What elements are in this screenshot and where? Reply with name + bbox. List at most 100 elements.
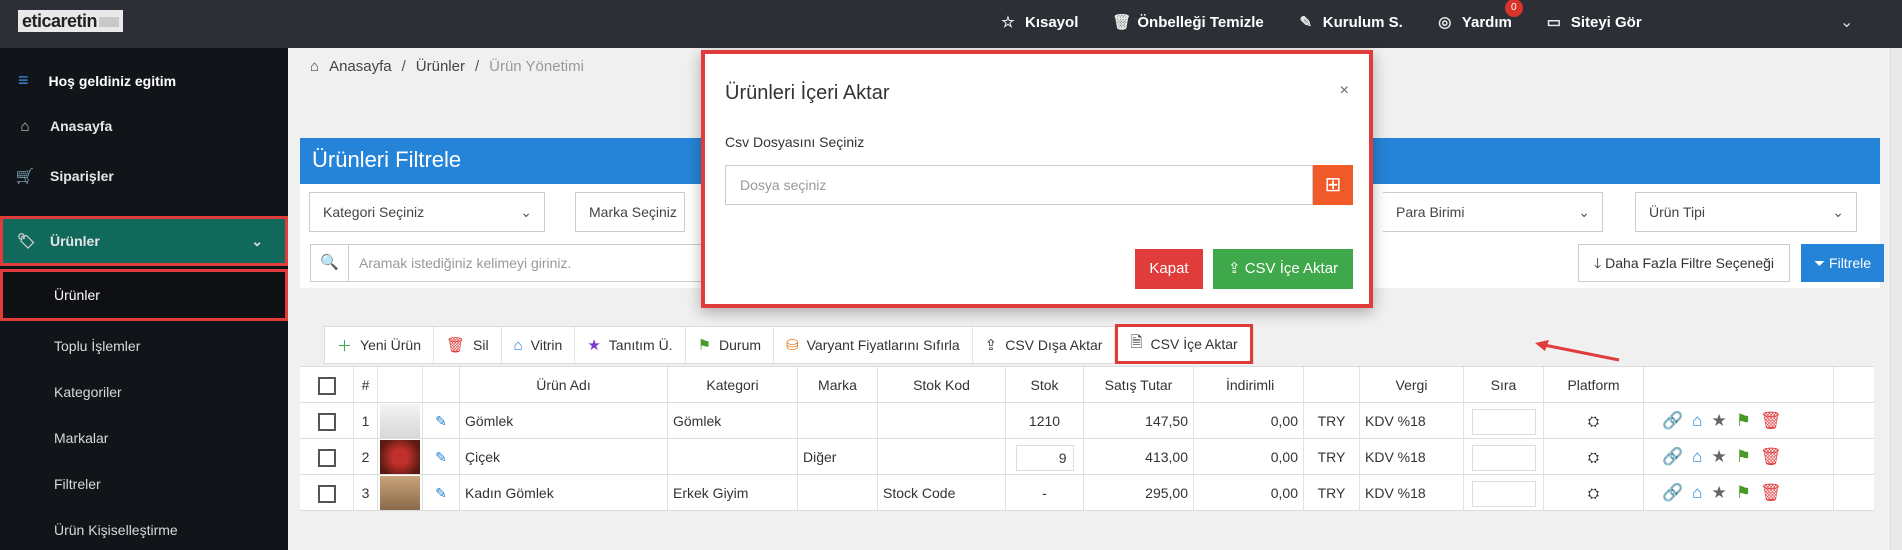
- sidebar-item-products[interactable]: 🏷 Ürünler ⌄: [0, 216, 288, 266]
- flag-icon[interactable]: ⚑: [1736, 447, 1751, 466]
- edit-icon[interactable]: ✎: [423, 475, 460, 511]
- home-icon[interactable]: ⌂: [1692, 483, 1702, 502]
- row-checkbox[interactable]: [317, 449, 336, 468]
- new-product-button[interactable]: ＋ Yeni Ürün: [325, 327, 434, 363]
- logo[interactable]: eticaretin: [18, 10, 124, 32]
- flag-icon: ⚑: [697, 337, 712, 354]
- breadcrumb-current: Ürün Yönetimi: [489, 58, 584, 75]
- order-input[interactable]: [1471, 409, 1536, 436]
- csv-file-label: Csv Dosyasını Seçiniz: [725, 134, 865, 150]
- star-icon: ☆: [1001, 14, 1015, 31]
- product-thumbnail[interactable]: [380, 404, 420, 438]
- browse-file-button[interactable]: ⊞: [1313, 165, 1353, 205]
- trash-icon: 🗑: [1112, 14, 1132, 31]
- chevron-down-icon: ⌄: [251, 232, 263, 249]
- sidebar-subitem-filters[interactable]: Filtreler: [0, 476, 288, 492]
- setup-link[interactable]: ✎ Kurulum S.: [1298, 13, 1402, 32]
- home-icon[interactable]: ⌂: [1692, 447, 1702, 466]
- filter-button[interactable]: ⏷ Filtrele: [1801, 244, 1884, 282]
- home-icon[interactable]: ⌂: [1692, 411, 1702, 430]
- sidebar-item-home[interactable]: ⌂ Anasayfa: [0, 108, 288, 144]
- platform-icon[interactable]: ⛭: [1544, 403, 1644, 439]
- breadcrumb-products[interactable]: Ürünler: [416, 58, 465, 75]
- sidebar-subitem-products[interactable]: Ürünler: [0, 269, 288, 321]
- link-icon[interactable]: 🔗: [1662, 447, 1683, 466]
- csv-import-button[interactable]: 🗎 CSV İçe Aktar: [1115, 324, 1253, 364]
- close-button[interactable]: Kapat: [1135, 249, 1203, 289]
- intro-button[interactable]: ★ Tanıtım Ü.: [575, 327, 686, 363]
- star-icon[interactable]: ★: [1711, 447, 1726, 466]
- arrow-down-icon: 🡓: [1593, 255, 1602, 271]
- category-select[interactable]: Kategori Seçiniz ⌄: [309, 192, 545, 232]
- edit-icon[interactable]: ✎: [423, 439, 460, 475]
- search-input[interactable]: 🔍 Aramak istediğiniz kelimeyi giriniz.: [310, 244, 710, 282]
- file-excel-icon: 🗎: [1130, 333, 1143, 351]
- sidebar-subitem-categories[interactable]: Kategoriler: [0, 384, 288, 400]
- search-icon: 🔍: [311, 245, 349, 281]
- product-toolbar: ＋ Yeni Ürün 🗑 Sil ⌂ Vitrin ★ Tanıtım Ü. ⚑ Dur…: [324, 324, 1254, 364]
- share-icon: ⇪: [984, 337, 998, 354]
- menu-icon[interactable]: ≡: [18, 70, 29, 91]
- view-site-link[interactable]: ▭ Siteyi Gör: [1546, 13, 1642, 32]
- trash-icon[interactable]: 🗑: [1760, 483, 1782, 502]
- product-thumbnail[interactable]: [380, 440, 420, 474]
- platform-icon[interactable]: ⛭: [1544, 475, 1644, 511]
- file-input[interactable]: Dosya seçiniz: [725, 165, 1313, 205]
- row-checkbox[interactable]: [317, 413, 336, 432]
- sidebar-subitem-brands[interactable]: Markalar: [0, 430, 288, 446]
- edit-icon[interactable]: ✎: [423, 403, 460, 439]
- table-row: 2 ✎ Çiçek Diğer 9 413,00 0,00 TRY KDV %1…: [300, 439, 1874, 475]
- sidebar-subitem-personalization[interactable]: Ürün Kişiselleştirme: [0, 522, 288, 538]
- close-icon[interactable]: ×: [1340, 82, 1349, 100]
- showcase-button[interactable]: ⌂ Vitrin: [502, 327, 576, 363]
- product-thumbnail[interactable]: [380, 476, 420, 510]
- annotation-arrow: [1535, 340, 1620, 362]
- more-filters-button[interactable]: 🡓 Daha Fazla Filtre Seçeneği: [1578, 244, 1790, 282]
- scrollbar[interactable]: [1890, 48, 1902, 550]
- row-checkbox[interactable]: [317, 485, 336, 504]
- link-icon[interactable]: 🔗: [1662, 483, 1683, 502]
- sidebar-subitem-bulk[interactable]: Toplu İşlemler: [0, 338, 288, 354]
- product-type-select[interactable]: Ürün Tipi ⌄: [1635, 192, 1857, 232]
- order-input[interactable]: [1471, 445, 1536, 472]
- chevron-down-icon: ⌄: [1832, 204, 1844, 220]
- cart-icon: 🛒: [15, 168, 35, 185]
- order-input[interactable]: [1471, 481, 1536, 508]
- table-row: 1 ✎ Gömlek Gömlek 1210 147,50 0,00 TRY K…: [300, 403, 1874, 439]
- csv-import-submit-button[interactable]: ⇪ CSV İçe Aktar: [1213, 249, 1353, 289]
- currency-select[interactable]: Para Birimi ⌄: [1383, 192, 1603, 232]
- reset-variant-prices-button[interactable]: ⛁ Varyant Fiyatlarını Sıfırla: [774, 327, 973, 363]
- notification-badge: 0: [1504, 0, 1523, 17]
- status-button[interactable]: ⚑ Durum: [686, 327, 775, 363]
- chevron-down-icon: ⌄: [520, 204, 532, 220]
- star-icon[interactable]: ★: [1711, 411, 1726, 430]
- chevron-down-icon[interactable]: ⌄: [1840, 12, 1853, 32]
- trash-icon: 🗑: [446, 337, 466, 354]
- brand-select[interactable]: Marka Seçiniz: [575, 192, 685, 232]
- flag-icon[interactable]: ⚑: [1736, 483, 1751, 502]
- flag-icon[interactable]: ⚑: [1736, 411, 1751, 430]
- trash-icon[interactable]: 🗑: [1760, 447, 1782, 466]
- breadcrumb-home[interactable]: Anasayfa: [329, 58, 392, 75]
- lifebuoy-icon: ◎: [1438, 14, 1452, 31]
- home-icon[interactable]: ⌂: [310, 58, 319, 75]
- help-link[interactable]: ◎ Yardım 0: [1437, 0, 1523, 31]
- csv-export-button[interactable]: ⇪ CSV Dışa Aktar: [973, 327, 1116, 363]
- stock-input[interactable]: 9: [1015, 445, 1074, 472]
- wand-icon: ✎: [1299, 14, 1313, 31]
- link-icon[interactable]: 🔗: [1662, 411, 1683, 430]
- trash-icon[interactable]: 🗑: [1760, 411, 1782, 430]
- clear-cache-link[interactable]: 🗑 Önbelleği Temizle: [1112, 13, 1263, 32]
- sidebar-item-orders[interactable]: 🛒 Siparişler: [0, 158, 288, 194]
- platform-icon[interactable]: ⛭: [1544, 439, 1644, 475]
- funnel-icon: ⏷: [1813, 255, 1826, 271]
- chevron-down-icon: ⌄: [1578, 204, 1590, 220]
- shortcut-link[interactable]: ☆ Kısayol: [1000, 13, 1078, 32]
- modal-title: Ürünleri İçeri Aktar: [725, 82, 890, 104]
- home-icon: ⌂: [513, 336, 523, 354]
- welcome-header: ≡ Hoş geldiniz egitim: [18, 70, 177, 91]
- star-icon[interactable]: ★: [1711, 483, 1726, 502]
- delete-button[interactable]: 🗑 Sil: [434, 327, 502, 363]
- coins-icon: ⛁: [786, 337, 799, 354]
- select-all-checkbox[interactable]: [317, 377, 336, 396]
